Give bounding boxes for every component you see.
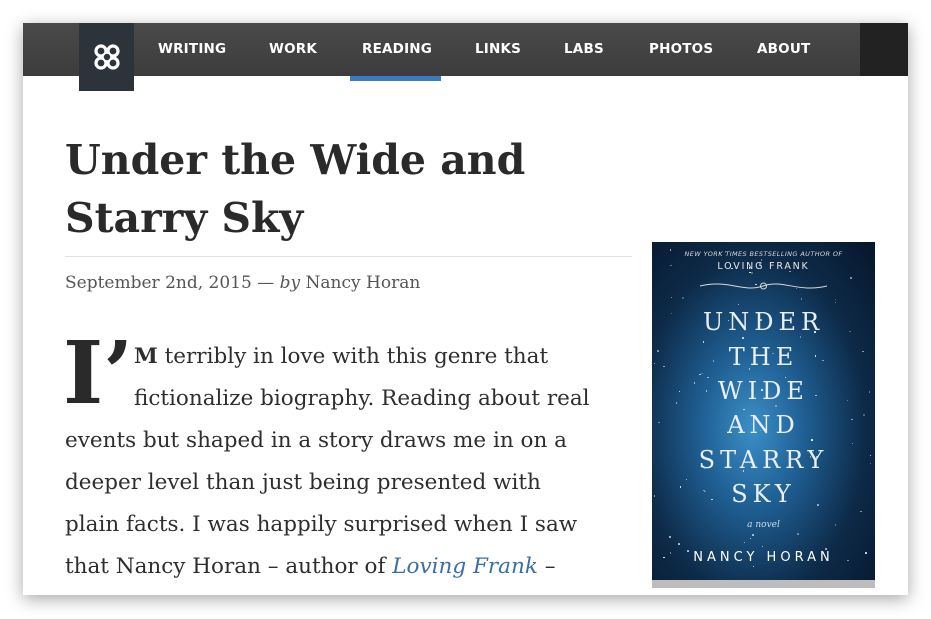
star	[749, 537, 752, 540]
cover-shadow-edge	[652, 580, 875, 588]
star	[850, 277, 852, 279]
star	[751, 272, 753, 274]
star	[752, 534, 754, 536]
post-meta: September 2nd, 2015 — by Nancy Horan	[65, 273, 420, 293]
star	[752, 565, 755, 568]
star	[761, 545, 764, 548]
cover-title-line: AND	[727, 411, 800, 439]
browser-frame: WRITING WORK READING LINKS LABS PHOTOS A…	[23, 23, 908, 595]
star	[743, 541, 746, 544]
line-text: that Nancy Horan – author of	[65, 554, 393, 579]
lead-letter: M	[134, 344, 158, 369]
star	[797, 533, 799, 535]
cover-tagline: NEW YORK TIMES BESTSELLING AUTHOR OF	[684, 250, 843, 258]
nav-item-labs[interactable]: LABS	[564, 23, 604, 76]
paragraph-line: events but shaped in a story draws me in…	[65, 428, 567, 453]
cover-title-line: SKY	[731, 480, 796, 508]
paragraph-line: fictionalize biography. Reading about re…	[134, 386, 590, 411]
nav-item-work[interactable]: WORK	[269, 23, 317, 76]
cover-novel-label: a novel	[747, 520, 780, 530]
top-navigation: WRITING WORK READING LINKS LABS PHOTOS A…	[23, 23, 908, 91]
star	[742, 337, 744, 339]
nav-item-writing[interactable]: WRITING	[158, 23, 226, 76]
star	[851, 442, 854, 445]
line-text: terribly in love with this genre that	[157, 344, 549, 369]
cover-title-line: UNDER	[702, 308, 825, 336]
site-logo[interactable]	[79, 23, 134, 91]
nav-edge-shade	[860, 23, 908, 76]
star	[834, 298, 837, 300]
nav-item-about[interactable]: ABOUT	[757, 23, 810, 76]
star	[800, 298, 803, 300]
cover-title-line: THE	[728, 343, 799, 371]
title-line-2: Starry Sky	[65, 194, 304, 242]
drop-cap: I’	[63, 323, 134, 424]
star	[701, 372, 703, 375]
nav-item-photos[interactable]: PHOTOS	[649, 23, 713, 76]
title-divider	[65, 256, 632, 257]
paragraph-line: deeper level than just being presented w…	[65, 470, 541, 495]
cover-subtitle: LOVING FRANK	[717, 261, 810, 272]
line-text: –	[537, 554, 556, 579]
nav-item-links[interactable]: LINKS	[475, 23, 521, 76]
post-date: September 2nd, 2015	[65, 273, 252, 293]
active-nav-indicator	[350, 76, 441, 81]
meta-dash: —	[257, 273, 275, 293]
star	[669, 536, 671, 538]
loving-frank-link[interactable]: Loving Frank	[392, 554, 538, 579]
star	[860, 510, 862, 513]
star	[670, 296, 673, 299]
star	[775, 405, 777, 407]
author-link[interactable]: Nancy Horan	[306, 273, 421, 293]
paragraph-line: M terribly in love with this genre that	[134, 343, 548, 371]
meta-by: by	[279, 273, 301, 293]
title-line-1: Under the Wide and	[65, 136, 526, 184]
star	[834, 301, 837, 304]
knot-logo-icon	[93, 44, 120, 70]
star	[743, 408, 745, 411]
cover-title-line: STARRY	[698, 446, 829, 474]
paragraph-line: that Nancy Horan – author of Loving Fran…	[65, 553, 555, 581]
star	[699, 373, 701, 376]
ornament-icon	[699, 282, 828, 290]
book-cover-image: NEW YORK TIMES BESTSELLING AUTHOR OF LOV…	[652, 242, 875, 580]
cover-author: NANCY HORAN	[693, 550, 834, 565]
star	[737, 303, 740, 306]
star	[678, 543, 680, 545]
star	[682, 297, 684, 299]
nav-item-reading[interactable]: READING	[362, 23, 432, 76]
star	[799, 336, 802, 338]
paragraph-line: plain facts. I was happily surprised whe…	[65, 512, 578, 537]
page-title: Under the Wide and Starry Sky	[65, 131, 625, 247]
cover-title-line: WIDE	[718, 377, 809, 405]
star	[811, 439, 813, 441]
